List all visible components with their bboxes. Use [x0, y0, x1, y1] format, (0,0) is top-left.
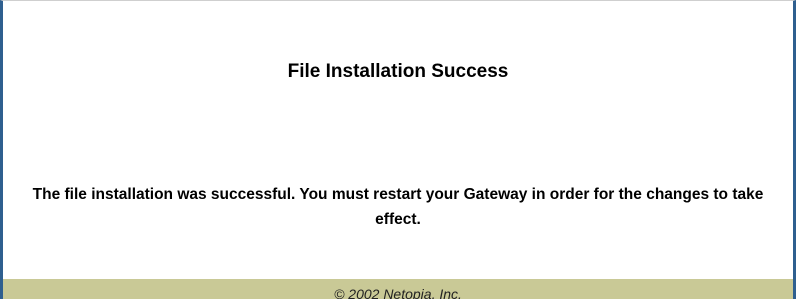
page-title: File Installation Success — [287, 61, 509, 82]
success-message: The file installation was successful. Yo… — [32, 186, 764, 228]
copyright-text: © 2002 Netopia, Inc. — [334, 286, 462, 299]
footer: © 2002 Netopia, Inc. — [3, 279, 793, 299]
installation-success-page: File Installation Success The file insta… — [0, 0, 796, 299]
